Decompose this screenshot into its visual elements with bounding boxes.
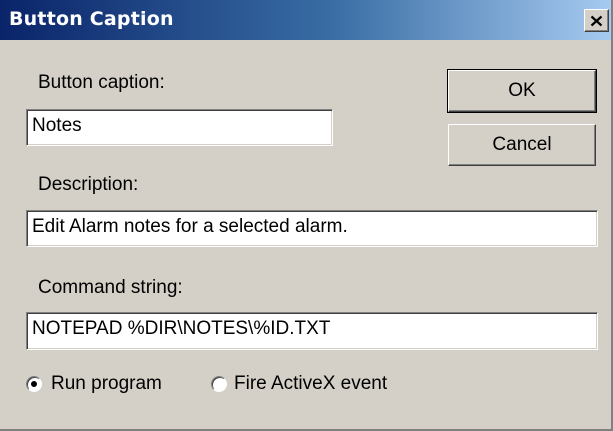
title-bar[interactable]: Button Caption: [0, 0, 611, 40]
fire-activex-radio-circle: [211, 376, 227, 392]
dialog-title: Button Caption: [9, 8, 174, 30]
cancel-button[interactable]: Cancel: [448, 124, 596, 166]
button-caption-label: Button caption:: [38, 72, 165, 93]
run-program-label: Run program: [51, 373, 162, 394]
button-caption-dialog: Button Caption Button caption: Notes OK …: [0, 0, 613, 431]
fire-activex-radio[interactable]: Fire ActiveX event: [211, 373, 426, 397]
close-button[interactable]: [584, 9, 609, 32]
close-icon: [590, 15, 603, 26]
command-string-input[interactable]: NOTEPAD %DIR\NOTES\%ID.TXT: [26, 312, 598, 350]
fire-activex-label: Fire ActiveX event: [234, 373, 388, 394]
ok-button[interactable]: OK: [447, 69, 597, 113]
description-label: Description:: [38, 174, 139, 195]
description-value: Edit Alarm notes for a selected alarm.: [32, 216, 348, 237]
run-program-radio[interactable]: Run program: [26, 373, 196, 397]
command-string-value: NOTEPAD %DIR\NOTES\%ID.TXT: [32, 318, 331, 339]
command-string-label: Command string:: [38, 277, 183, 298]
button-caption-input[interactable]: Notes: [26, 109, 333, 146]
run-program-radio-circle: [26, 376, 42, 392]
radio-selected-dot: [31, 381, 37, 387]
button-caption-value: Notes: [32, 115, 82, 136]
description-input[interactable]: Edit Alarm notes for a selected alarm.: [26, 210, 598, 247]
